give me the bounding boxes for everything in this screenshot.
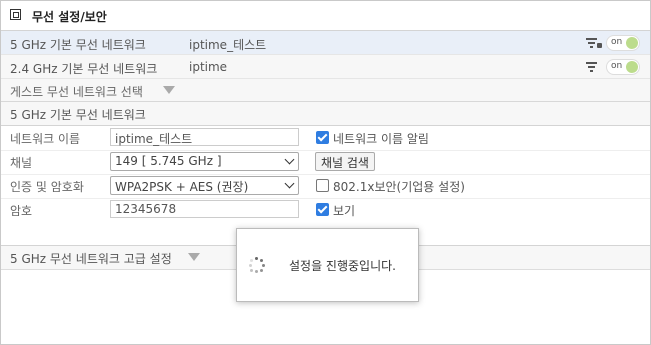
filter-icon[interactable] [586, 62, 600, 73]
channel-value: 149 [ 5.745 GHz ] [115, 154, 222, 168]
ssid-label: 네트워크 이름 [10, 132, 81, 146]
network-row-5ghz[interactable]: 5 GHz 기본 무선 네트워크 iptime_테스트 on [1, 31, 650, 55]
panel-header: 5 GHz 기본 무선 네트워크 [1, 102, 650, 126]
loading-spinner-icon [249, 257, 265, 273]
ssid-input[interactable]: iptime_테스트 [110, 128, 299, 146]
network-toggle[interactable]: on [606, 35, 640, 51]
channel-row: 채널 149 [ 5.745 GHz ] 채널 검색 [1, 150, 650, 175]
guest-network-select[interactable]: 게스트 무선 네트워크 선택 [1, 79, 650, 102]
password-label: 암호 [10, 204, 33, 218]
auth-label: 인증 및 암호화 [10, 180, 84, 194]
show-password-label: 보기 [333, 204, 356, 218]
network-row-24ghz[interactable]: 2.4 GHz 기본 무선 네트워크 iptime on [1, 55, 650, 79]
broadcast-checkbox[interactable] [316, 131, 329, 144]
title-bar: 무선 설정/보안 [1, 1, 650, 31]
ssid-row: 네트워크 이름 iptime_테스트 네트워크 이름 알림 [1, 126, 650, 151]
auth-value: WPA2PSK + AES (권장) [115, 180, 249, 194]
panel-header-title: 5 GHz 기본 무선 네트워크 [10, 108, 146, 122]
toggle-label: on [611, 61, 623, 71]
enterprise-checkbox[interactable] [316, 179, 329, 192]
password-row: 암호 12345678 보기 [1, 198, 650, 222]
chevron-down-icon[interactable] [163, 86, 175, 94]
password-input[interactable]: 12345678 [110, 200, 299, 218]
advanced-settings-label: 5 GHz 무선 네트워크 고급 설정 [10, 252, 172, 266]
toggle-knob [626, 37, 638, 49]
auth-row: 인증 및 암호화 WPA2PSK + AES (권장) 802.1x보안(기업용… [1, 174, 650, 199]
channel-scan-button[interactable]: 채널 검색 [315, 152, 375, 171]
toggle-knob [626, 61, 638, 73]
network-ssid: iptime_테스트 [189, 38, 267, 52]
chevron-down-icon [284, 178, 295, 189]
progress-dialog: 설정을 진행중입니다. [236, 228, 419, 302]
network-settings-panel: 5 GHz 기본 무선 네트워크 네트워크 이름 iptime_테스트 네트워크… [1, 102, 650, 246]
guest-select-label: 게스트 무선 네트워크 선택 [10, 85, 143, 99]
progress-message: 설정을 진행중입니다. [289, 259, 396, 273]
chevron-down-icon [284, 154, 295, 165]
auth-select[interactable]: WPA2PSK + AES (권장) [110, 176, 299, 195]
network-label: 2.4 GHz 기본 무선 네트워크 [10, 62, 158, 76]
broadcast-label: 네트워크 이름 알림 [333, 132, 429, 146]
lock-icon [597, 43, 602, 48]
channel-label: 채널 [10, 156, 33, 170]
network-ssid: iptime [189, 60, 228, 74]
window-icon [10, 9, 21, 20]
network-toggle[interactable]: on [606, 59, 640, 75]
channel-select[interactable]: 149 [ 5.745 GHz ] [110, 152, 299, 171]
show-password-checkbox[interactable] [316, 203, 329, 216]
enterprise-label: 802.1x보안(기업용 설정) [333, 180, 465, 194]
network-label: 5 GHz 기본 무선 네트워크 [10, 38, 146, 52]
chevron-down-icon[interactable] [188, 253, 200, 261]
wireless-settings-window: 무선 설정/보안 5 GHz 기본 무선 네트워크 iptime_테스트 on … [0, 0, 651, 345]
toggle-label: on [611, 37, 623, 47]
page-title: 무선 설정/보안 [32, 10, 107, 24]
